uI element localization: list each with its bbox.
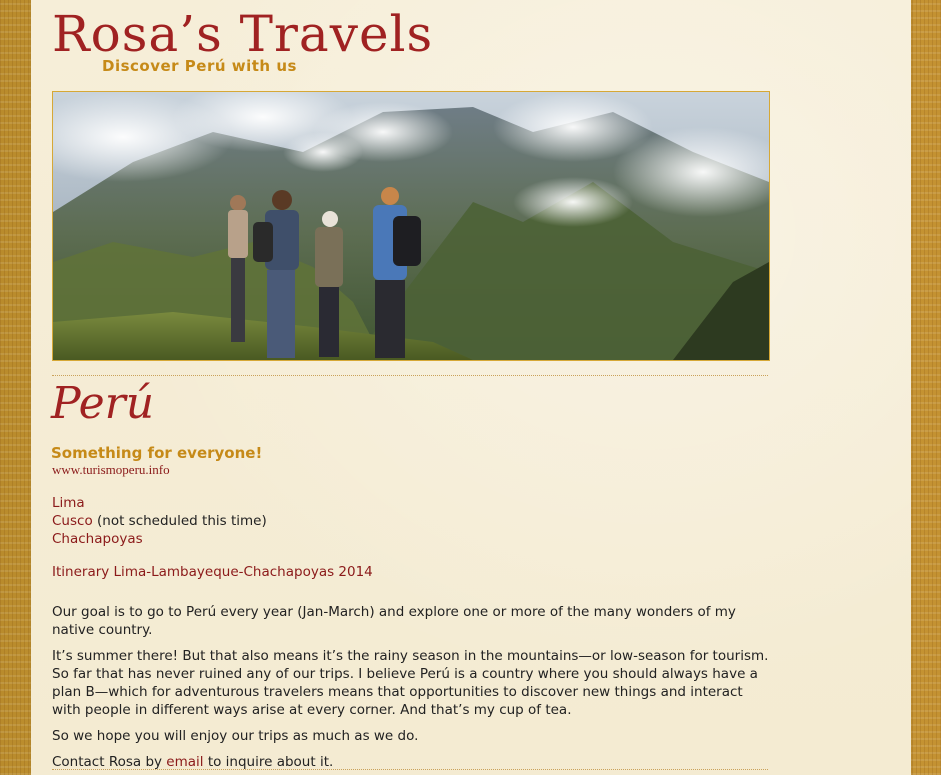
destination-link-lima[interactable]: Lima [52,495,85,511]
site-logo-title[interactable]: Rosa’s Travels [52,6,433,62]
destination-item-lima: Lima [52,494,267,512]
destination-list: Lima Cusco (not scheduled this time) Cha… [52,494,267,548]
email-link[interactable]: email [166,754,203,770]
destination-item-cusco: Cusco (not scheduled this time) [52,512,267,530]
divider-top [52,375,768,376]
page-title: Perú [51,378,155,429]
hero-image [52,91,770,361]
page-container: Rosa’s Travels Discover Perú with us Per… [31,0,911,775]
turismoperu-link[interactable]: www.turismoperu.info [52,462,170,478]
paragraph-rainy-season: It’s summer there! But that also means i… [52,648,769,718]
contact-text-before: Contact Rosa by [52,754,167,770]
destination-item-chachapoyas: Chachapoyas [52,530,267,548]
paragraph-goal: Our goal is to go to Perú every year (Ja… [52,604,736,638]
intro-text: Our goal is to go to Perú every year (Ja… [52,603,772,775]
page-subheading: Something for everyone! [51,444,263,462]
contact-text-after: to inquire about it. [203,754,334,770]
itinerary-section: Itinerary Lima-Lambayeque-Chachapoyas 20… [52,564,373,580]
site-header[interactable]: Rosa’s Travels Discover Perú with us [52,6,432,80]
hero-mountain-photo [53,92,769,360]
destination-note: (not scheduled this time) [92,513,267,529]
destination-link-chachapoyas[interactable]: Chachapoyas [52,531,143,547]
itinerary-link[interactable]: Itinerary Lima-Lambayeque-Chachapoyas 20… [52,564,373,580]
divider-bottom [52,769,768,770]
paragraph-enjoy: So we hope you will enjoy our trips as m… [52,728,419,744]
destination-link-cusco[interactable]: Cusco [52,513,93,529]
site-logo-tagline: Discover Perú with us [102,57,297,75]
